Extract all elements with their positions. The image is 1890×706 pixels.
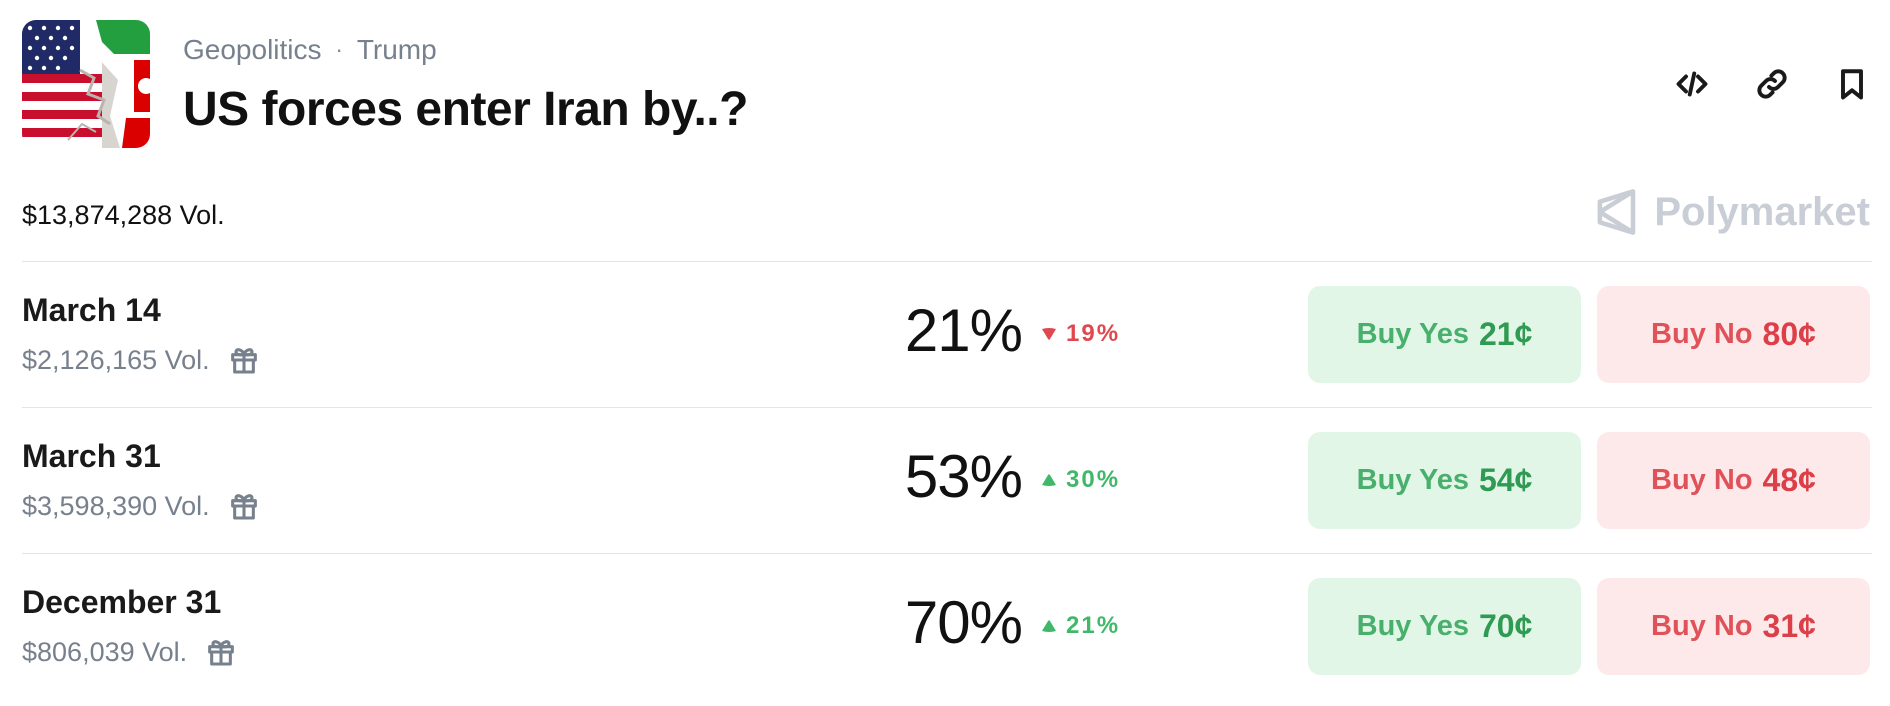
market-volume: $2,126,165 Vol. xyxy=(22,344,210,375)
buy-yes-price: 70¢ xyxy=(1478,608,1533,644)
buy-no-price: 48¢ xyxy=(1762,462,1816,498)
triangle-down-icon xyxy=(1042,328,1056,340)
change-value: 30% xyxy=(1066,466,1121,493)
market-probability: 21% xyxy=(904,297,1023,364)
buy-no-price: 31¢ xyxy=(1762,608,1816,644)
market-volume: $806,039 Vol. xyxy=(22,636,188,667)
breadcrumb-tag[interactable]: Trump xyxy=(357,34,437,66)
market-list: March 14 $2,126,165 Vol. 21% 19% Buy Yes… xyxy=(22,261,1872,699)
gift-icon[interactable] xyxy=(228,490,260,522)
buy-no-button[interactable]: Buy No 48¢ xyxy=(1597,432,1870,529)
market-probability: 53% xyxy=(904,443,1023,510)
buy-no-label: Buy No xyxy=(1651,318,1753,350)
page-title: US forces enter Iran by..? xyxy=(183,83,748,136)
bookmark-icon xyxy=(1841,69,1863,100)
market-meta: $806,039 Vol. xyxy=(22,636,237,668)
buy-yes-label: Buy Yes xyxy=(1356,610,1469,642)
brand-name: Polymarket xyxy=(1654,189,1870,234)
change-value: 21% xyxy=(1066,612,1121,639)
copy-link-button[interactable] xyxy=(1752,62,1792,106)
change-value: 19% xyxy=(1066,320,1121,347)
buy-yes-label: Buy Yes xyxy=(1356,318,1469,350)
market-row[interactable]: March 31 $3,598,390 Vol. 53% 30% Buy Yes… xyxy=(22,407,1872,553)
market-header: Geopolitics · Trump US forces enter Iran… xyxy=(22,20,1872,150)
breadcrumb-separator: · xyxy=(335,37,343,62)
breadcrumb-category[interactable]: Geopolitics xyxy=(183,34,322,66)
bookmark-button[interactable] xyxy=(1832,62,1872,106)
embed-button[interactable] xyxy=(1672,62,1712,106)
header-actions xyxy=(1672,62,1872,106)
market-probability: 70% xyxy=(904,589,1023,656)
buy-no-label: Buy No xyxy=(1651,464,1753,496)
buy-yes-button[interactable]: Buy Yes 54¢ xyxy=(1308,432,1581,529)
buy-yes-price: 21¢ xyxy=(1478,316,1533,352)
market-name: March 31 xyxy=(22,438,161,474)
market-image xyxy=(22,20,150,148)
code-icon xyxy=(1676,71,1708,97)
market-name: December 31 xyxy=(22,584,222,620)
buy-no-button[interactable]: Buy No 31¢ xyxy=(1597,578,1870,675)
link-icon xyxy=(1757,69,1787,99)
triangle-up-icon xyxy=(1042,474,1056,486)
market-row[interactable]: March 14 $2,126,165 Vol. 21% 19% Buy Yes… xyxy=(22,261,1872,407)
market-meta: $2,126,165 Vol. xyxy=(22,344,260,376)
market-name: March 14 xyxy=(22,292,161,328)
triangle-up-icon xyxy=(1042,620,1056,632)
buy-no-price: 80¢ xyxy=(1762,316,1816,352)
gift-icon[interactable] xyxy=(228,344,260,376)
market-row[interactable]: December 31 $806,039 Vol. 70% 21% Buy Ye… xyxy=(22,553,1872,699)
buy-no-label: Buy No xyxy=(1651,610,1753,642)
market-volume: $3,598,390 Vol. xyxy=(22,490,210,521)
total-volume: $13,874,288 Vol. xyxy=(22,200,225,230)
buy-yes-label: Buy Yes xyxy=(1356,464,1469,496)
probability-change: 19% xyxy=(1040,320,1120,348)
buy-yes-button[interactable]: Buy Yes 70¢ xyxy=(1308,578,1581,675)
buy-yes-button[interactable]: Buy Yes 21¢ xyxy=(1308,286,1581,383)
gift-icon[interactable] xyxy=(205,636,237,668)
buy-no-button[interactable]: Buy No 80¢ xyxy=(1597,286,1870,383)
polymarket-logo-icon xyxy=(1597,189,1636,235)
probability-change: 30% xyxy=(1040,466,1120,494)
buy-yes-price: 54¢ xyxy=(1478,462,1533,498)
breadcrumb: Geopolitics · Trump xyxy=(183,34,437,66)
brand-logo: Polymarket xyxy=(1594,188,1870,236)
probability-change: 21% xyxy=(1040,612,1120,640)
market-meta: $3,598,390 Vol. xyxy=(22,490,260,522)
